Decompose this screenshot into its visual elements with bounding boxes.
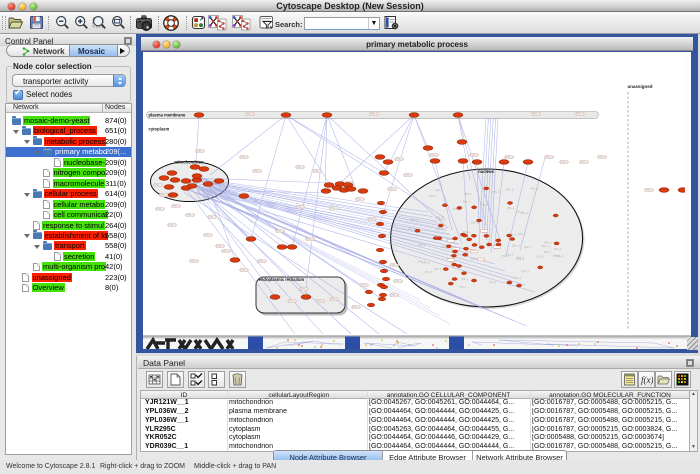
svg-text:(Yx..): (Yx..) xyxy=(556,254,563,258)
svg-text:(Yx..): (Yx..) xyxy=(330,206,338,210)
svg-text:(Yx..): (Yx..) xyxy=(296,165,304,169)
svg-text:(Yx..): (Yx..) xyxy=(429,194,436,198)
svg-text:mitochondrion: mitochondrion xyxy=(174,160,204,165)
svg-text:(Yx..): (Yx..) xyxy=(537,254,544,258)
svg-text:(Yx..): (Yx..) xyxy=(481,203,488,207)
svg-text:(Yx..): (Yx..) xyxy=(368,217,376,221)
svg-text:(Yx..): (Yx..) xyxy=(470,153,478,157)
svg-text:(Yx..): (Yx..) xyxy=(544,250,551,254)
svg-text:(Yx..): (Yx..) xyxy=(390,263,398,267)
svg-text:(Yx..): (Yx..) xyxy=(258,259,266,263)
svg-text:(Yx..): (Yx..) xyxy=(517,257,524,261)
svg-text:(Yx..): (Yx..) xyxy=(172,204,180,208)
svg-text:(Yx..): (Yx..) xyxy=(253,169,261,173)
svg-text:(Yx..): (Yx..) xyxy=(463,200,470,204)
svg-text:cytoplasm: cytoplasm xyxy=(149,127,170,132)
svg-text:(Yx..): (Yx..) xyxy=(545,155,553,159)
svg-text:(Yx..): (Yx..) xyxy=(418,243,425,247)
svg-text:(Yx..): (Yx..) xyxy=(356,197,364,201)
svg-text:(Yx..): (Yx..) xyxy=(246,112,254,116)
svg-text:(Yx..): (Yx..) xyxy=(489,280,496,284)
svg-text:(Yx..): (Yx..) xyxy=(512,243,519,247)
svg-text:(Yx..): (Yx..) xyxy=(404,173,412,177)
svg-text:(Yx..): (Yx..) xyxy=(645,188,653,192)
svg-text:(Yx..): (Yx..) xyxy=(160,193,168,197)
svg-text:(Yx..): (Yx..) xyxy=(492,190,499,194)
svg-text:(Yx..): (Yx..) xyxy=(168,223,176,227)
svg-text:(Yx..): (Yx..) xyxy=(240,155,248,159)
svg-text:(Yx..): (Yx..) xyxy=(524,245,531,249)
svg-text:nucleus: nucleus xyxy=(478,169,494,174)
svg-text:(Yx..): (Yx..) xyxy=(296,205,304,209)
svg-text:(Yx..): (Yx..) xyxy=(411,218,418,222)
svg-text:(Yx..): (Yx..) xyxy=(394,279,402,283)
svg-text:(Yx..): (Yx..) xyxy=(360,283,368,287)
svg-text:(Yx..): (Yx..) xyxy=(204,233,212,237)
svg-text:(Yx..): (Yx..) xyxy=(554,247,561,251)
svg-text:(Yx..): (Yx..) xyxy=(506,187,513,191)
svg-text:(Yx..): (Yx..) xyxy=(288,299,296,303)
svg-text:f(x): f(x) xyxy=(641,375,653,385)
svg-text:(Yx..): (Yx..) xyxy=(532,112,540,116)
svg-text:(Yx..): (Yx..) xyxy=(313,169,321,173)
svg-text:(Yx..): (Yx..) xyxy=(154,183,162,187)
svg-text:(Yx..): (Yx..) xyxy=(425,270,432,274)
svg-text:(Yx..): (Yx..) xyxy=(521,211,528,215)
svg-text:(Yx..): (Yx..) xyxy=(306,237,314,241)
svg-text:(Yx..): (Yx..) xyxy=(370,112,378,116)
svg-text:(Yx..): (Yx..) xyxy=(222,249,230,253)
svg-text:(Yx..): (Yx..) xyxy=(436,188,443,192)
svg-text:(Yx..): (Yx..) xyxy=(464,192,471,196)
svg-text:(Yx..): (Yx..) xyxy=(208,215,216,219)
svg-text:(Yx..): (Yx..) xyxy=(395,157,403,161)
svg-text:(Yx..): (Yx..) xyxy=(240,268,248,272)
svg-text:(Yx..): (Yx..) xyxy=(461,277,468,281)
svg-text:(Yx..): (Yx..) xyxy=(544,241,551,245)
svg-text:(Yx..): (Yx..) xyxy=(531,187,538,191)
svg-text:(Yx..): (Yx..) xyxy=(156,207,164,211)
svg-text:(Yx..): (Yx..) xyxy=(514,276,521,280)
svg-text:(Yx..): (Yx..) xyxy=(196,149,204,153)
svg-text:(Yx..): (Yx..) xyxy=(300,287,308,291)
svg-text:endoplasmic reticulum: endoplasmic reticulum xyxy=(259,277,305,282)
svg-text:(Yx..): (Yx..) xyxy=(408,226,415,230)
svg-text:(Yx..): (Yx..) xyxy=(598,155,606,159)
svg-text:(Yx..): (Yx..) xyxy=(430,153,438,157)
svg-text:plasma membrane: plasma membrane xyxy=(149,113,186,118)
svg-text:(Yx..): (Yx..) xyxy=(276,229,284,233)
svg-text:(Yx..): (Yx..) xyxy=(436,216,443,220)
svg-text:(Yx..): (Yx..) xyxy=(422,260,429,264)
svg-text:(Yx..): (Yx..) xyxy=(518,232,525,236)
svg-text:(Yx..): (Yx..) xyxy=(471,257,478,261)
svg-text:(Yx..): (Yx..) xyxy=(352,305,360,309)
svg-text:(Yx..): (Yx..) xyxy=(216,244,224,248)
svg-text:(Yx..): (Yx..) xyxy=(436,227,443,231)
svg-text:(Yx..): (Yx..) xyxy=(190,259,198,263)
svg-text:unassigned: unassigned xyxy=(628,84,653,89)
svg-text:(Yx..): (Yx..) xyxy=(390,293,398,297)
svg-text:(Yx..): (Yx..) xyxy=(502,254,509,258)
svg-text:(Yx..): (Yx..) xyxy=(434,267,441,271)
svg-text:(Yx..): (Yx..) xyxy=(560,160,568,164)
svg-text:(Yx..): (Yx..) xyxy=(316,299,324,303)
svg-text:(Yx..): (Yx..) xyxy=(388,187,396,191)
svg-text:(Yx..): (Yx..) xyxy=(330,297,338,301)
svg-text:(Yx..): (Yx..) xyxy=(505,155,513,159)
svg-text:(Yx..): (Yx..) xyxy=(459,285,466,289)
svg-text:(Yx..): (Yx..) xyxy=(521,269,528,273)
svg-text:(Yx..): (Yx..) xyxy=(186,213,194,217)
svg-text:(Yx..): (Yx..) xyxy=(580,160,588,164)
svg-text:(Yx..): (Yx..) xyxy=(542,244,549,248)
svg-text:(Yx..): (Yx..) xyxy=(576,112,584,116)
svg-text:(Yx..): (Yx..) xyxy=(507,206,514,210)
